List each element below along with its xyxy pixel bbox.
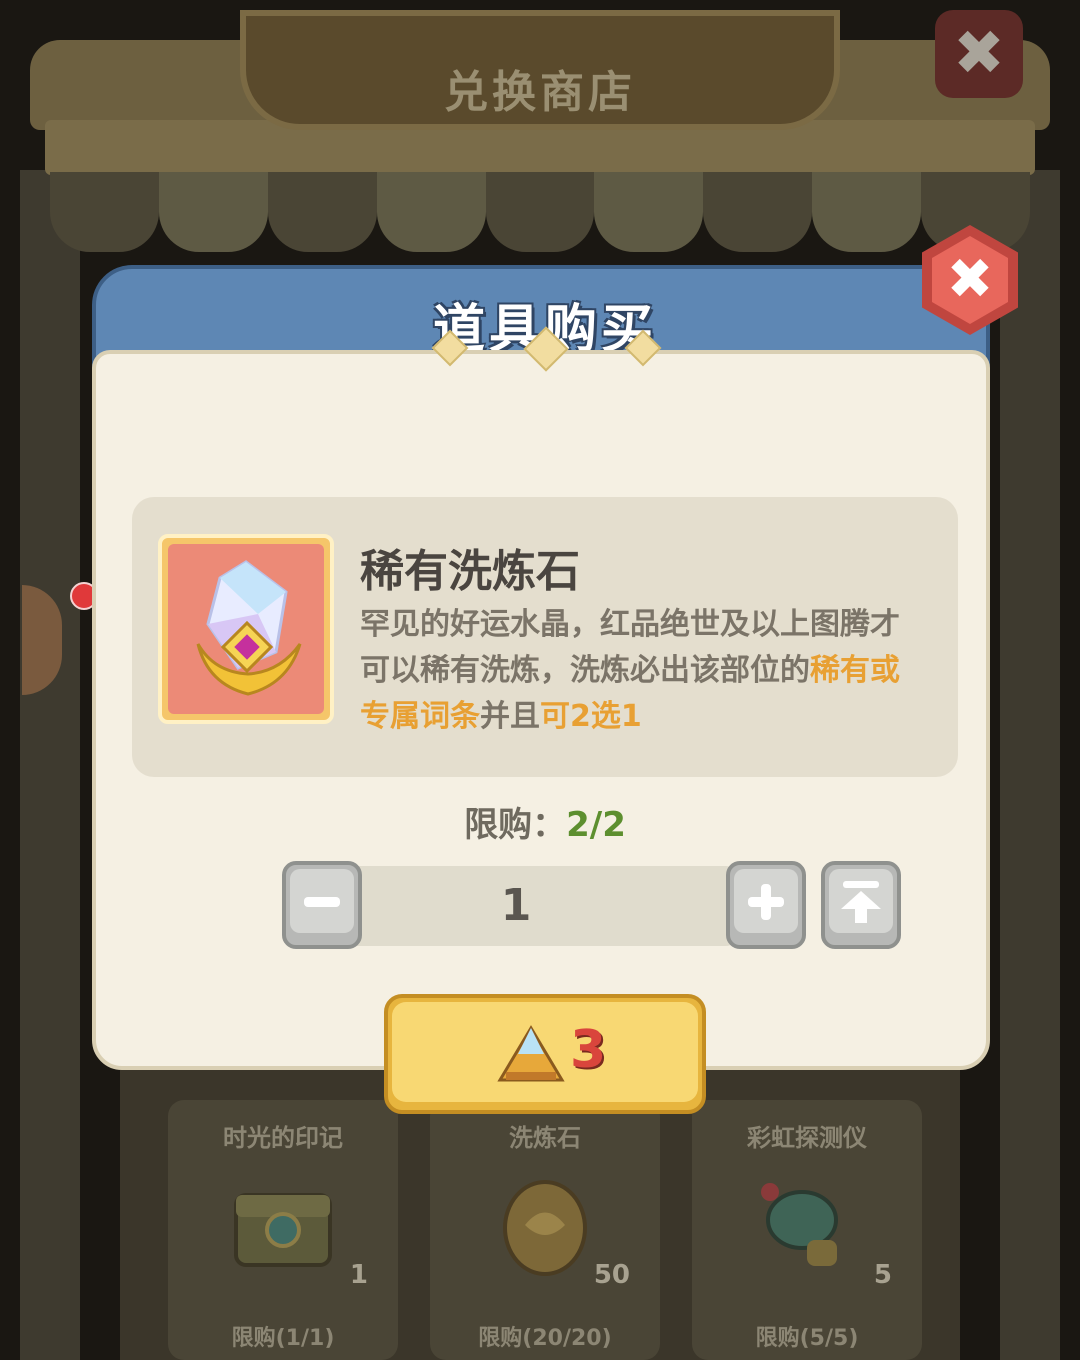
shop-title: 兑换商店 xyxy=(444,67,636,118)
dialog-body: 稀有洗炼石 罕见的好运水晶，红品绝世及以上图腾才可以稀有洗炼，洗炼必出该部位的稀… xyxy=(92,350,990,1114)
shop-item-limit: 限购(1/1) xyxy=(231,1326,335,1351)
shop-item-card[interactable]: 彩虹探测仪 5 限购(5/5) xyxy=(692,1100,922,1360)
item-description-highlight: 可2选1 xyxy=(540,699,642,734)
shop-item-count: 50 xyxy=(593,1260,630,1290)
pillar-left xyxy=(20,170,80,1360)
item-icon-frame xyxy=(158,534,334,724)
plus-icon xyxy=(734,869,798,933)
shop-item-limit: 限购(20/20) xyxy=(478,1326,612,1351)
dialog-close-button[interactable]: ✖ xyxy=(922,225,1018,335)
minus-icon xyxy=(304,897,340,907)
pillar-right xyxy=(1000,170,1060,1360)
item-info-panel: 稀有洗炼石 罕见的好运水晶，红品绝世及以上图腾才可以稀有洗炼，洗炼必出该部位的稀… xyxy=(132,497,958,777)
purchase-limit: 限购：2/2 xyxy=(96,797,994,846)
shop-item-card[interactable]: 时光的印记 1 限购(1/1) xyxy=(168,1100,398,1360)
purchase-limit-label: 限购： xyxy=(464,805,567,845)
buy-button[interactable]: 3 xyxy=(384,994,706,1114)
shop-item-name: 彩虹探测仪 xyxy=(747,1124,867,1152)
quantity-stepper: 1 xyxy=(296,866,736,946)
purchase-limit-value: 2/2 xyxy=(566,805,626,845)
rainbow-detector-icon xyxy=(761,1183,838,1266)
shop-close-button[interactable]: ✖ xyxy=(935,10,1023,98)
item-purchase-dialog: 道具购买 稀有洗炼石 罕见的好运水晶，红品绝世及以上图腾才可以稀有洗炼，洗炼必出… xyxy=(92,225,1018,1114)
item-name: 稀有洗炼石 xyxy=(360,546,580,597)
buy-price: 3 xyxy=(570,1020,607,1080)
shop-item-count: 1 xyxy=(349,1260,368,1290)
shop-item-name: 洗炼石 xyxy=(509,1124,581,1152)
item-description: 罕见的好运水晶，红品绝世及以上图腾才可以稀有洗炼，洗炼必出该部位的稀有或专属词条… xyxy=(360,602,920,740)
shop-item-card[interactable]: 洗炼石 50 限购(20/20) xyxy=(430,1100,660,1360)
shop-awning xyxy=(50,172,1031,262)
close-icon: ✖ xyxy=(953,16,1005,89)
item-description-text: 并且 xyxy=(480,699,540,734)
chest-icon xyxy=(234,1193,332,1267)
decrease-quantity-button[interactable] xyxy=(282,861,362,949)
increase-quantity-button[interactable] xyxy=(726,861,806,949)
shop-sign: 兑换商店 xyxy=(240,10,840,130)
quantity-value: 1 xyxy=(500,880,532,931)
pyramid-currency-icon xyxy=(497,1025,565,1082)
close-icon: ✖ xyxy=(946,247,994,312)
shop-item-count: 5 xyxy=(873,1260,892,1290)
shop-item-limit: 限购(5/5) xyxy=(755,1326,859,1351)
crystal-icon xyxy=(196,560,302,696)
max-icon xyxy=(829,869,893,933)
shop-item-name: 时光的印记 xyxy=(223,1124,343,1152)
max-quantity-button[interactable] xyxy=(821,861,901,949)
stone-icon xyxy=(503,1180,587,1276)
